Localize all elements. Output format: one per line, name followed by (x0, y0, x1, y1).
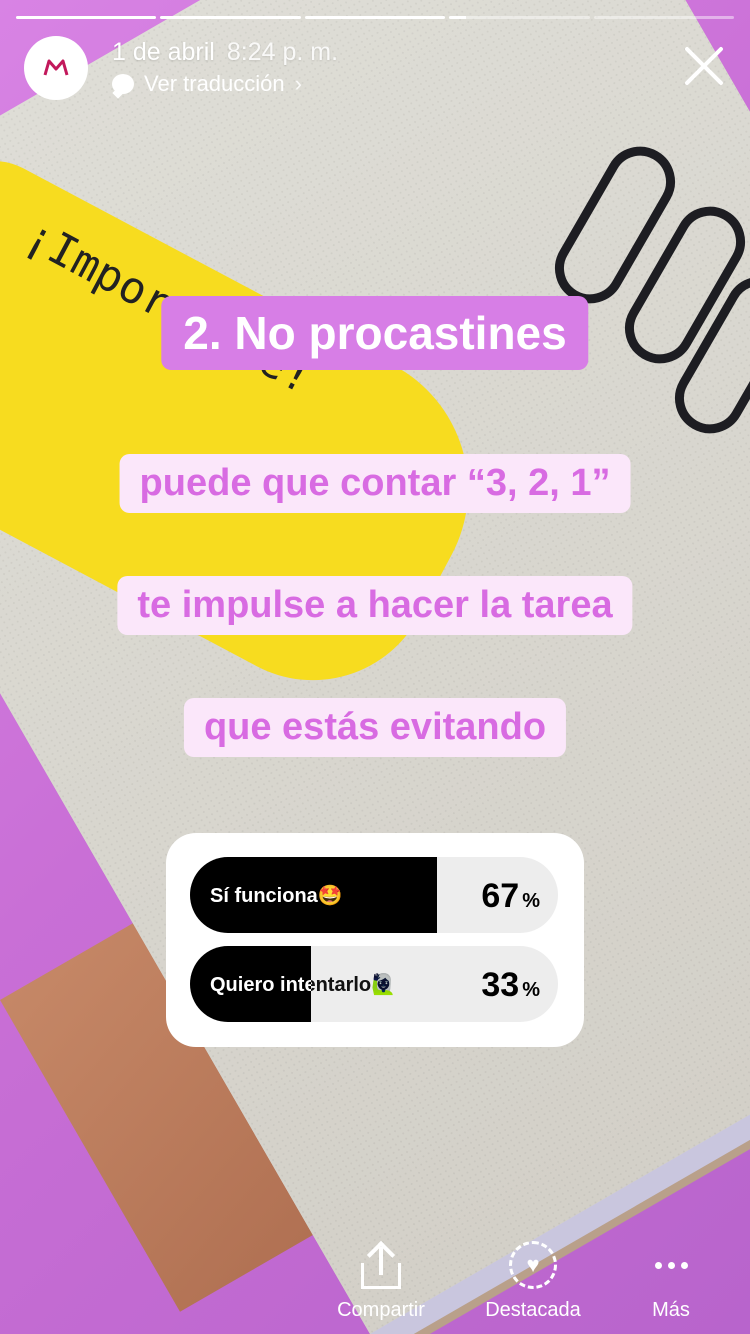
story-text-line-2: te impulse a hacer la tarea (117, 576, 633, 635)
avatar[interactable] (24, 36, 88, 100)
progress-segment (160, 16, 301, 19)
poll-option-2[interactable]: Quiero intentarlo🙋🏻‍♀️ 33% (190, 946, 558, 1022)
story-time: 8:24 p. m. (226, 38, 339, 66)
progress-segment (449, 16, 590, 19)
poll-option-emoji: 🤩 (317, 885, 343, 907)
highlight-button[interactable]: ♥ Destacada (476, 1241, 590, 1322)
story-action-bar: Compartir ♥ Destacada Más (0, 1226, 750, 1322)
poll-option-1[interactable]: Sí funciona🤩 67% (190, 857, 558, 933)
story-text-line-3: que estás evitando (183, 698, 567, 757)
share-label: Compartir (337, 1299, 425, 1321)
spiral-rings (542, 133, 750, 447)
see-translation-label: Ver traducción (144, 71, 285, 96)
more-dots-icon (626, 1241, 716, 1289)
percent-sign: % (522, 979, 540, 1001)
heart-icon: ♥ (509, 1241, 557, 1289)
chevron-right-icon: › (294, 71, 302, 96)
story-background-photo: ¡Importante! (0, 0, 750, 1334)
progress-segment (304, 16, 446, 19)
more-button[interactable]: Más (626, 1241, 716, 1322)
see-translation-link[interactable]: Ver traducción › (112, 71, 338, 97)
progress-segment (16, 16, 157, 19)
poll-option-label: Sí funciona (210, 885, 318, 907)
story-text-line-1: puede que contar “3, 2, 1” (119, 454, 631, 513)
poll-sticker: Sí funciona🤩 67% Quiero intentarlo🙋🏻‍♀️ … (166, 833, 584, 1047)
story-progress-bar (16, 16, 735, 19)
more-label: Más (652, 1299, 690, 1321)
highlight-label: Destacada (485, 1299, 581, 1321)
story-title: 2. No procastines (161, 296, 589, 370)
share-icon (361, 1240, 401, 1289)
poll-option-percent: 67 (481, 877, 520, 915)
speech-bubble-icon (112, 74, 134, 94)
story-date: 1 de abril (112, 38, 215, 66)
share-button[interactable]: Compartir (326, 1240, 436, 1322)
percent-sign: % (522, 890, 540, 912)
close-icon[interactable] (682, 44, 726, 88)
poll-option-emoji: 🙋🏻‍♀️ (371, 974, 397, 996)
brand-logo-icon (43, 59, 69, 76)
poll-option-label: Quiero intentarlo (210, 974, 372, 996)
progress-segment (593, 16, 735, 19)
story-header: 1 de abril 8:24 p. m. Ver traducción › (24, 36, 726, 100)
poll-option-percent: 33 (481, 966, 520, 1004)
